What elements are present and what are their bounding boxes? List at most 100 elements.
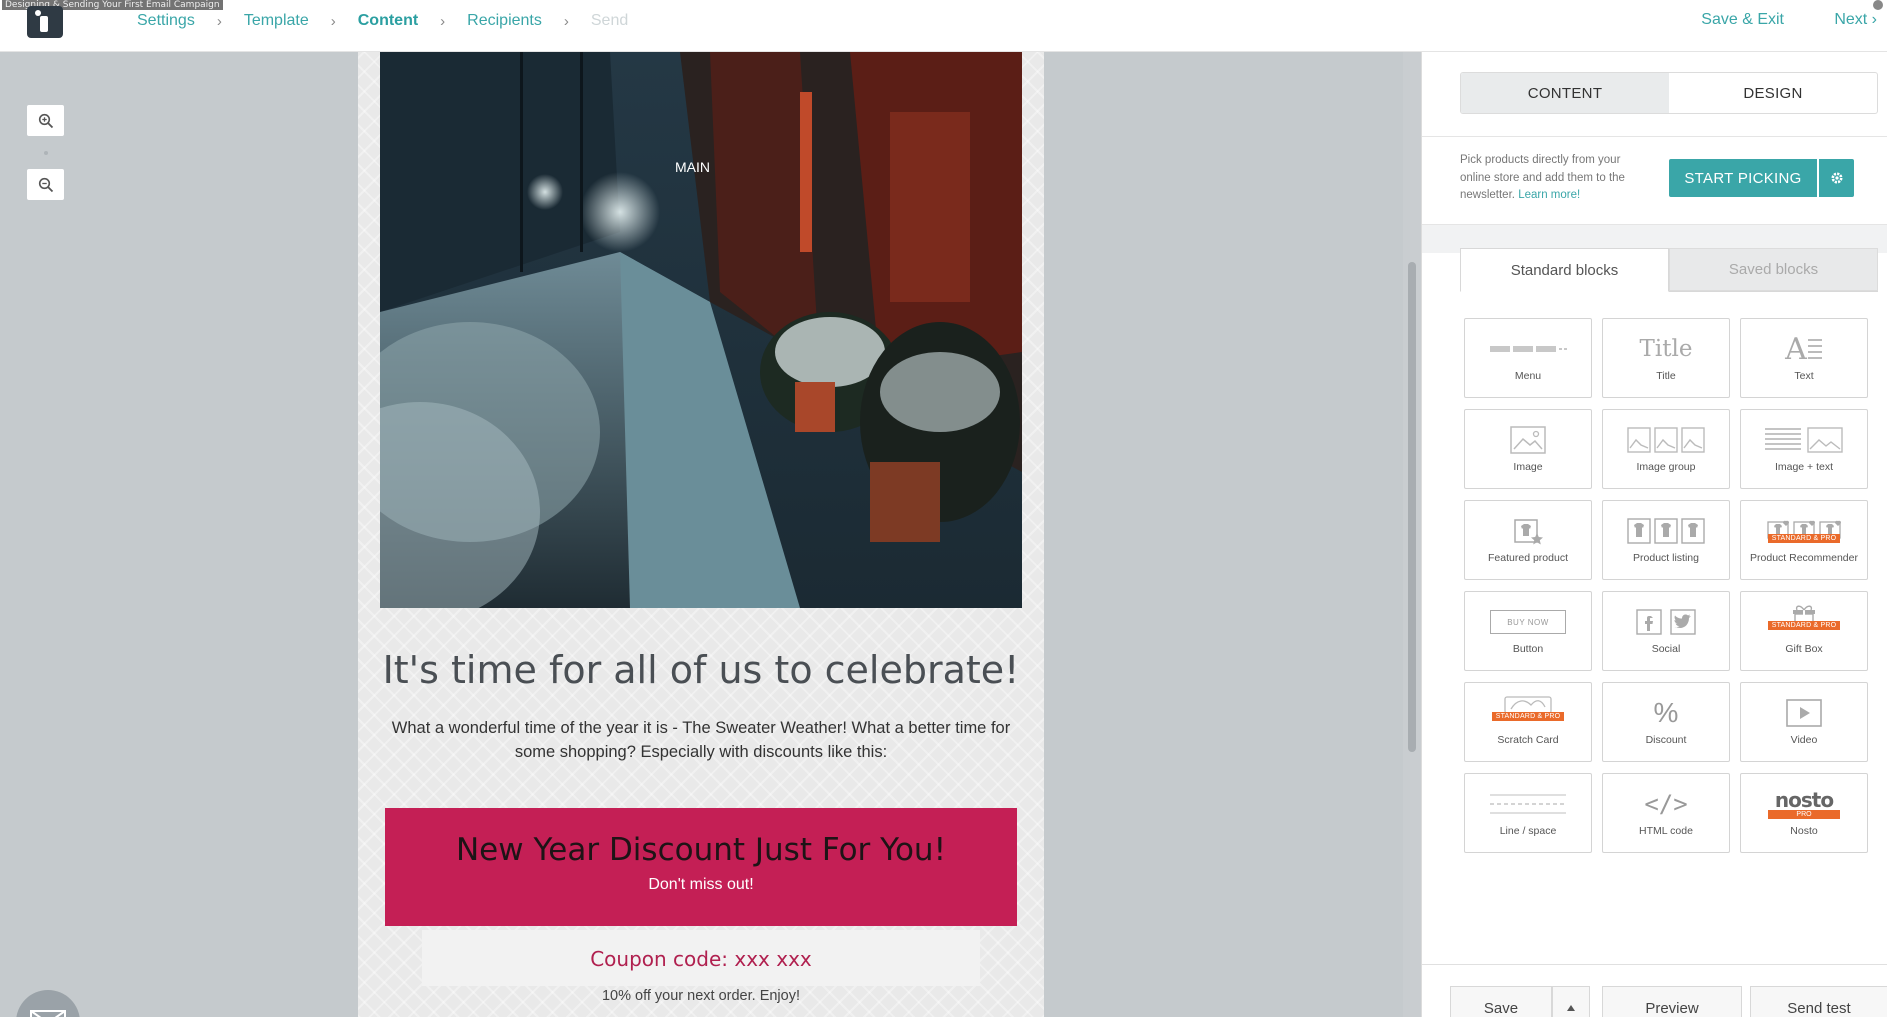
coupon-block[interactable]: Coupon code: xxx xxx	[422, 930, 980, 986]
mail-icon	[30, 1010, 66, 1017]
email-intro-text[interactable]: What a wonderful time of the year it is …	[388, 716, 1014, 764]
zoom-out-button[interactable]	[27, 169, 64, 200]
menu-icon	[1465, 329, 1591, 369]
save-button[interactable]: Save	[1450, 986, 1552, 1017]
block-label: HTML code	[1639, 825, 1693, 837]
hero-image[interactable]: MAIN	[380, 52, 1022, 608]
block-title[interactable]: Title Title	[1602, 318, 1730, 398]
picker-settings-button[interactable]	[1819, 159, 1854, 197]
zoom-controls	[27, 105, 64, 200]
email-canvas[interactable]: MAIN It's time for all of us to celebrat…	[358, 52, 1044, 1017]
block-label: Image + text	[1774, 461, 1834, 473]
divider	[1422, 136, 1887, 137]
block-nosto[interactable]: nosto PRO Nosto	[1740, 773, 1868, 853]
product-listing-icon	[1603, 511, 1729, 551]
block-label: Video	[1790, 734, 1818, 746]
breadcrumb-recipients[interactable]: Recipients	[467, 12, 542, 30]
discount-banner[interactable]: New Year Discount Just For You! Don't mi…	[385, 808, 1017, 926]
breadcrumb-content[interactable]: Content	[358, 12, 418, 30]
block-image-text[interactable]: Image + text	[1740, 409, 1868, 489]
coupon-note[interactable]: 10% off your next order. Enjoy!	[358, 988, 1044, 1004]
breadcrumb-template[interactable]: Template	[244, 12, 309, 30]
social-icon	[1603, 602, 1729, 642]
zoom-in-button[interactable]	[27, 105, 64, 136]
breadcrumb: Settings › Template › Content › Recipien…	[137, 10, 628, 32]
block-featured-product[interactable]: Featured product	[1464, 500, 1592, 580]
close-icon[interactable]	[1873, 0, 1883, 10]
canvas-scrollbar[interactable]	[1403, 52, 1421, 1017]
block-product-listing[interactable]: Product listing	[1602, 500, 1730, 580]
chevron-right-icon: ›	[563, 12, 569, 30]
block-label: Image	[1513, 461, 1543, 473]
featured-product-icon	[1465, 511, 1591, 551]
title-glyph: Title	[1639, 336, 1693, 362]
save-exit-link[interactable]: Save & Exit	[1701, 11, 1784, 29]
block-label: Product Recommender	[1750, 552, 1858, 564]
gear-icon	[1831, 172, 1842, 184]
block-tabs: Standard blocks Saved blocks	[1460, 248, 1878, 292]
save-options-button[interactable]	[1552, 986, 1590, 1017]
hero-sign-text: MAIN	[675, 159, 710, 175]
standard-pro-badge: STANDARD & PRO	[1768, 534, 1840, 543]
block-menu[interactable]: Menu	[1464, 318, 1592, 398]
block-label: Title	[1656, 370, 1676, 382]
html-code-icon: </>	[1603, 784, 1729, 824]
tab-standard-blocks[interactable]: Standard blocks	[1460, 248, 1669, 292]
tab-content[interactable]: CONTENT	[1461, 73, 1669, 113]
tab-saved-blocks[interactable]: Saved blocks	[1669, 248, 1878, 291]
breadcrumb-send: Send	[590, 12, 629, 29]
block-button[interactable]: BUY NOW Button	[1464, 591, 1592, 671]
video-icon	[1741, 693, 1867, 733]
caret-up-icon	[1567, 1005, 1575, 1011]
block-label: Nosto	[1790, 825, 1818, 837]
send-test-button[interactable]: Send test	[1750, 986, 1887, 1017]
button-glyph: BUY NOW	[1490, 610, 1566, 634]
learn-more-link[interactable]: Learn more!	[1518, 189, 1580, 201]
nosto-icon: nosto	[1774, 788, 1834, 812]
chevron-right-icon: ›	[216, 12, 222, 30]
zoom-out-icon	[38, 177, 53, 192]
zoom-level-indicator	[27, 136, 64, 169]
block-scratch-card[interactable]: STANDARD & PRO Scratch Card	[1464, 682, 1592, 762]
discount-subtitle: Don't miss out!	[648, 876, 754, 893]
block-label: Menu	[1514, 370, 1542, 382]
block-label: Button	[1512, 643, 1544, 655]
discount-icon: %	[1603, 693, 1729, 733]
blocks-grid: Menu Title Title A Text Image Image grou…	[1464, 318, 1884, 853]
block-html-code[interactable]: </> HTML code	[1602, 773, 1730, 853]
title-icon: Title	[1603, 329, 1729, 369]
breadcrumb-settings[interactable]: Settings	[137, 12, 195, 30]
block-gift-box[interactable]: STANDARD & PRO Gift Box	[1740, 591, 1868, 671]
block-line-space[interactable]: Line / space	[1464, 773, 1592, 853]
block-text[interactable]: A Text	[1740, 318, 1868, 398]
preview-button[interactable]: Preview	[1602, 986, 1742, 1017]
block-label: Product listing	[1633, 552, 1699, 564]
coupon-code: Coupon code: xxx xxx	[590, 947, 812, 971]
block-label: Featured product	[1488, 552, 1568, 564]
scrollbar-thumb[interactable]	[1408, 262, 1416, 752]
start-picking-button[interactable]: START PICKING	[1669, 159, 1817, 197]
text-glyph: A	[1785, 331, 1807, 367]
block-label: Scratch Card	[1497, 734, 1559, 746]
block-social[interactable]: Social	[1602, 591, 1730, 671]
block-label: Social	[1651, 643, 1681, 655]
block-discount[interactable]: % Discount	[1602, 682, 1730, 762]
product-recommender-icon	[1741, 511, 1867, 551]
block-label: Discount	[1645, 734, 1687, 746]
tab-design[interactable]: DESIGN	[1669, 73, 1877, 113]
top-bar: Designing & Sending Your First Email Cam…	[0, 0, 1887, 52]
email-headline[interactable]: It's time for all of us to celebrate!	[358, 648, 1044, 692]
block-video[interactable]: Video	[1740, 682, 1868, 762]
block-product-recommender[interactable]: STANDARD & PRO Product Recommender	[1740, 500, 1868, 580]
app-logo[interactable]	[27, 6, 63, 38]
mail-bubble-button[interactable]	[16, 990, 80, 1017]
discount-title: New Year Discount Just For You!	[455, 832, 946, 868]
product-picker-text: Pick products directly from your online …	[1460, 152, 1652, 205]
block-label: Gift Box	[1785, 643, 1823, 655]
block-image[interactable]: Image	[1464, 409, 1592, 489]
block-image-group[interactable]: Image group	[1602, 409, 1730, 489]
text-icon: A	[1741, 329, 1867, 369]
next-button[interactable]: Next ›	[1834, 11, 1877, 29]
line-space-icon	[1465, 784, 1591, 824]
chevron-right-icon: ›	[440, 12, 446, 30]
